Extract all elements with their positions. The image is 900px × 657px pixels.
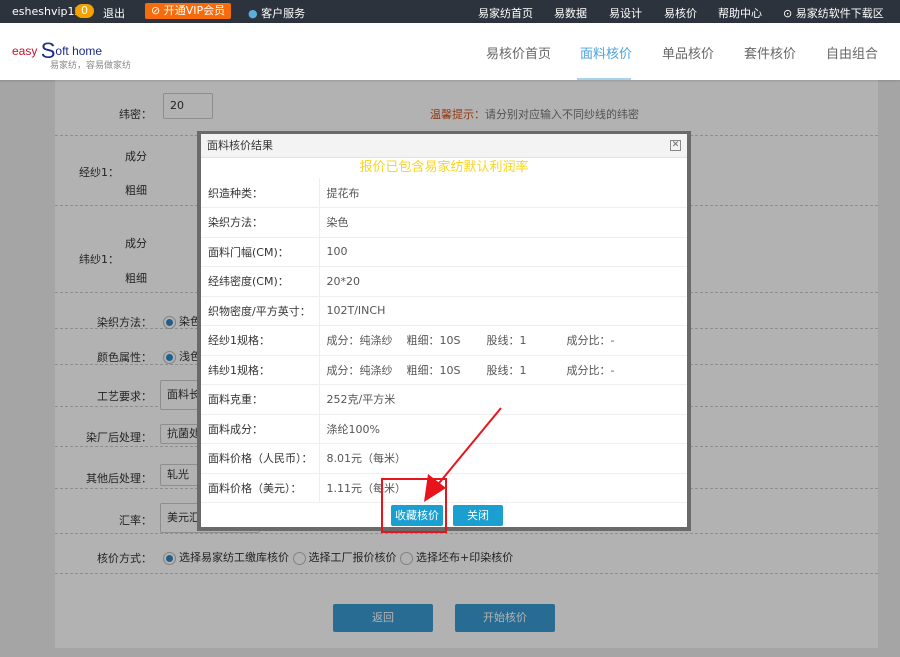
annotation-arrow-icon — [424, 407, 502, 502]
logo-text-b: oft home — [55, 44, 103, 58]
top-link-data[interactable]: 易数据 — [554, 5, 587, 21]
username[interactable]: esheshvip12 — [12, 5, 82, 18]
user-icon: ● — [248, 7, 258, 20]
top-link-help[interactable]: 帮助中心 — [718, 5, 762, 21]
logout-link[interactable]: 退出 — [103, 5, 125, 21]
header: easy Soft home 易家纺，容易做家纺 易核价首页 面料核价 单品核价… — [0, 23, 900, 80]
nav-free-combo[interactable]: 自由组合 — [826, 43, 878, 62]
logo[interactable]: easy Soft home 易家纺，容易做家纺 — [12, 35, 131, 71]
logo-s: S — [40, 38, 56, 63]
logo-text: easy — [12, 44, 38, 58]
top-link-pricing[interactable]: 易核价 — [664, 5, 697, 21]
nav-set-pricing[interactable]: 套件核价 — [744, 43, 796, 62]
top-link-home[interactable]: 易家纺首页 — [478, 5, 533, 21]
nav-pricing-home[interactable]: 易核价首页 — [486, 43, 551, 62]
download-link[interactable]: ⊙ 易家纺软件下载区 — [783, 5, 884, 21]
active-tab-indicator — [577, 78, 631, 80]
nav-fabric-pricing[interactable]: 面料核价 — [580, 43, 632, 62]
top-link-design[interactable]: 易设计 — [609, 5, 642, 21]
clock-icon: ⊘ — [151, 4, 164, 17]
customer-service-link[interactable]: ● 客户服务 — [248, 5, 305, 21]
top-bar: esheshvip12 0 退出 ⊘ 开通VIP会员 ● 客户服务 易家纺首页 … — [0, 0, 900, 23]
logo-slogan: 易家纺，容易做家纺 — [50, 61, 132, 71]
download-icon: ⊙ — [783, 7, 793, 20]
message-count-badge[interactable]: 0 — [75, 4, 94, 18]
nav-single-pricing[interactable]: 单品核价 — [662, 43, 714, 62]
vip-button[interactable]: ⊘ 开通VIP会员 — [145, 3, 232, 19]
